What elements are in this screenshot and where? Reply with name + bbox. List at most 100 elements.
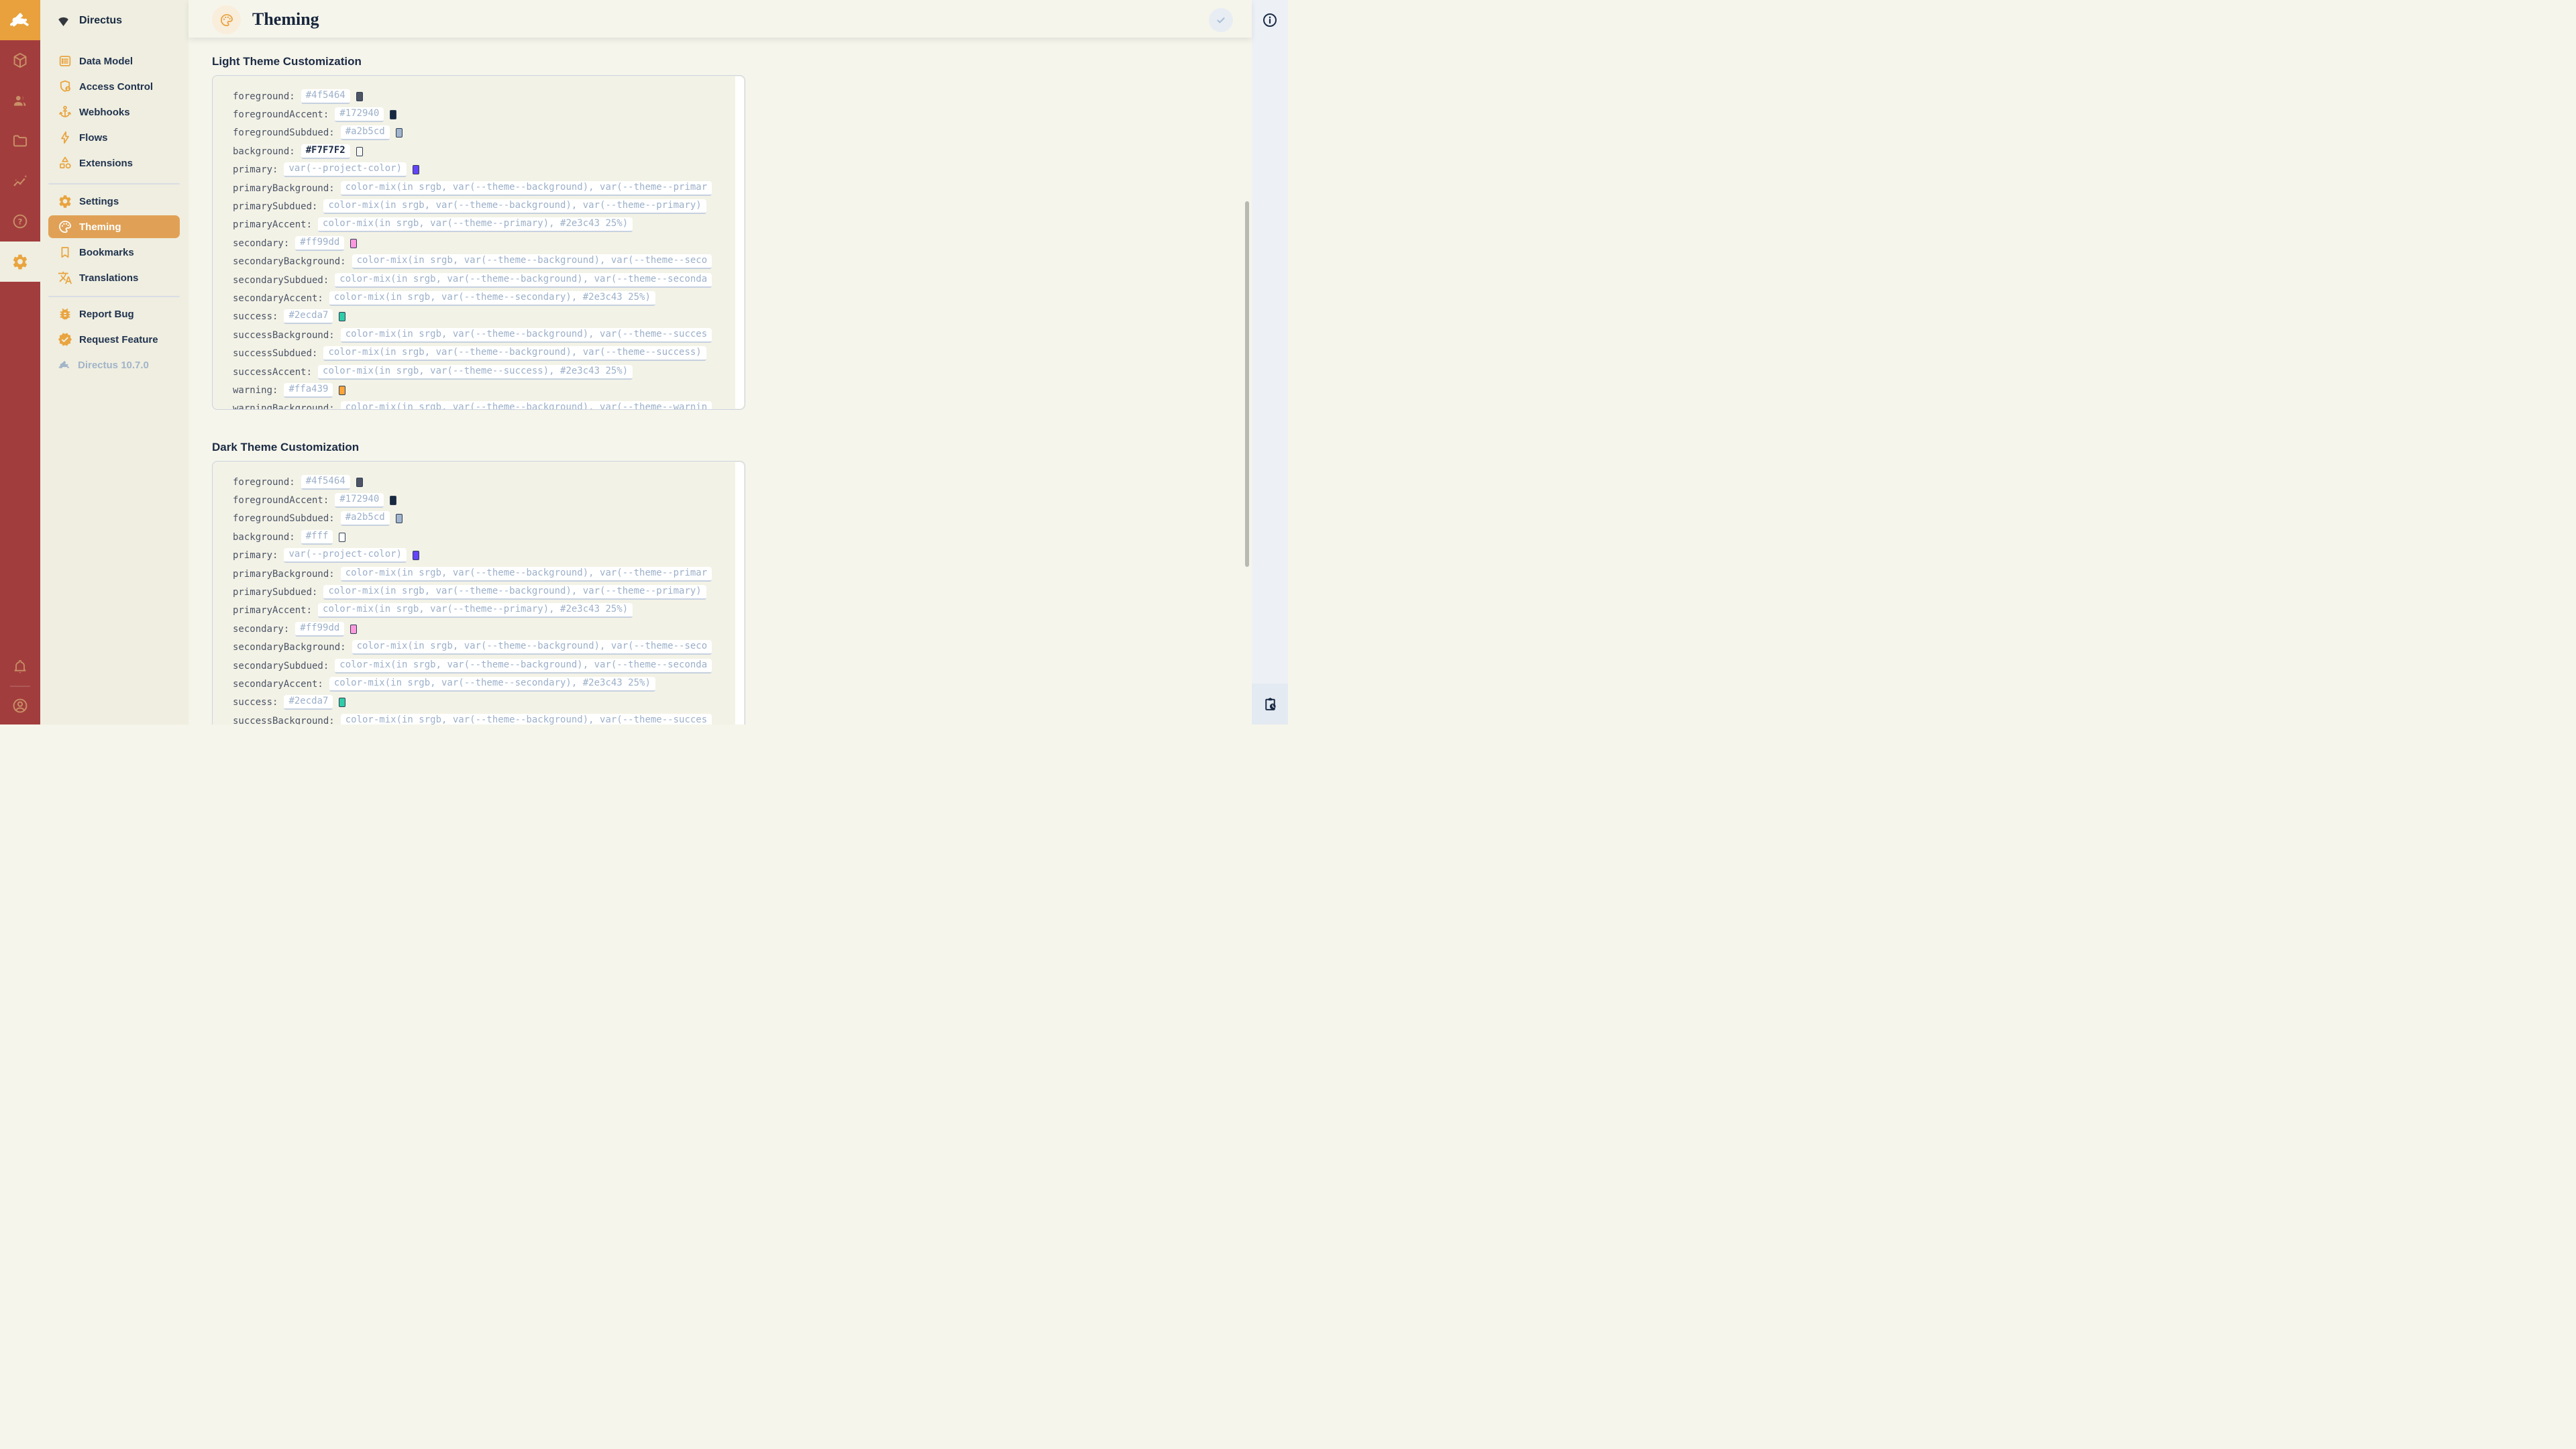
variable-value-input[interactable]: #2ecda7 (284, 695, 333, 710)
variable-name: secondaryAccent: (233, 293, 323, 304)
sidebar-item-data-model[interactable]: Data Model (48, 50, 180, 72)
module-insights[interactable] (0, 161, 40, 201)
variable-value-input[interactable]: #fff (301, 530, 333, 545)
theme-variable-row: success:#2ecda7 (233, 694, 728, 712)
variable-value-input[interactable]: #4f5464 (301, 89, 350, 104)
editor-scrollbar-track[interactable] (735, 462, 744, 724)
save-button[interactable] (1209, 8, 1233, 32)
variable-value-input[interactable]: color-mix(in srgb, var(--theme--backgrou… (335, 659, 712, 674)
bolt-icon (58, 130, 72, 145)
variable-value-input[interactable]: #172940 (335, 107, 384, 122)
theme-variable-row: secondary:#ff99dd (233, 620, 728, 638)
variable-value-input[interactable]: #ff99dd (295, 236, 344, 251)
variable-value-input[interactable]: color-mix(in srgb, var(--theme--secondar… (329, 677, 655, 692)
variable-name: successSubdued: (233, 348, 317, 359)
module-files[interactable] (0, 121, 40, 161)
color-swatch[interactable] (390, 110, 396, 119)
dark-theme-editor[interactable]: foreground:#4f5464foregroundAccent:#1729… (212, 461, 745, 724)
light-theme-editor[interactable]: foreground:#4f5464foregroundAccent:#1729… (212, 75, 745, 410)
module-settings[interactable] (0, 241, 40, 282)
variable-value-input[interactable]: #4f5464 (301, 475, 350, 490)
variable-value-input[interactable]: color-mix(in srgb, var(--theme--backgrou… (341, 328, 712, 343)
info-button[interactable] (1262, 12, 1278, 28)
module-content[interactable] (0, 40, 40, 80)
variable-value-input[interactable]: color-mix(in srgb, var(--theme--backgrou… (335, 273, 712, 288)
variable-value-input[interactable]: color-mix(in srgb, var(--theme--primary)… (318, 217, 633, 232)
variable-value-input[interactable]: color-mix(in srgb, var(--theme--primary)… (318, 603, 633, 618)
variable-value-input[interactable]: color-mix(in srgb, var(--theme--success)… (318, 365, 633, 380)
sidebar-item-flows[interactable]: Flows (48, 126, 180, 149)
page-scrollbar-thumb[interactable] (1245, 201, 1249, 567)
notifications-button[interactable] (0, 648, 40, 686)
color-swatch[interactable] (413, 165, 419, 174)
theme-variable-row: successBackground:color-mix(in srgb, var… (233, 712, 728, 724)
variable-name: successBackground: (233, 330, 335, 341)
bookmark-icon (58, 245, 72, 260)
color-swatch[interactable] (396, 128, 402, 138)
variable-value-input[interactable]: #172940 (335, 493, 384, 508)
variable-value-input[interactable]: color-mix(in srgb, var(--theme--backgrou… (341, 714, 712, 724)
sidebar-item-label: Translations (79, 272, 138, 284)
color-swatch[interactable] (350, 625, 357, 634)
variable-value-input[interactable]: var(--project-color) (284, 162, 407, 177)
account-button[interactable] (0, 687, 40, 724)
color-swatch[interactable] (390, 496, 396, 505)
theme-variable-row: secondaryAccent: color-mix(in srgb, var(-… (233, 289, 728, 307)
variable-value-input[interactable]: color-mix(in srgb, var(--theme--backgrou… (352, 254, 712, 269)
color-swatch[interactable] (356, 92, 363, 101)
theme-variable-row: primarySubdued:color-mix(in srgb, var(--… (233, 197, 728, 215)
rabbit-icon (8, 8, 32, 32)
variable-value-input[interactable]: color-mix(in srgb, var(--theme--backgrou… (341, 181, 712, 196)
variable-value-input[interactable]: color-mix(in srgb, var(--theme--backgrou… (341, 401, 712, 410)
theme-variable-row: foregroundSubdued:#a2b5cd (233, 510, 728, 528)
sidebar-item-extensions[interactable]: Extensions (48, 152, 180, 174)
variable-value-input[interactable]: #F7F7F2 (301, 144, 350, 159)
module-users[interactable] (0, 80, 40, 121)
color-swatch[interactable] (356, 147, 363, 156)
variable-value-input[interactable]: color-mix(in srgb, var(--theme--backgrou… (341, 567, 712, 582)
color-swatch[interactable] (356, 478, 363, 487)
theme-variable-row: background:#fff (233, 528, 728, 546)
color-swatch[interactable] (339, 698, 345, 707)
color-swatch[interactable] (350, 239, 357, 248)
sidebar-item-report-bug[interactable]: Report Bug (48, 303, 180, 325)
variable-value-input[interactable]: color-mix(in srgb, var(--theme--backgrou… (323, 346, 706, 361)
variable-value-input[interactable]: color-mix(in srgb, var(--theme--backgrou… (323, 199, 706, 214)
variable-value-input[interactable]: #a2b5cd (341, 125, 390, 140)
verified-icon (58, 332, 72, 347)
main-content: Theming Light Theme Customization foregr… (189, 0, 1252, 724)
theme-variable-row: success:#2ecda7 (233, 308, 728, 326)
variable-name: secondarySubdued: (233, 661, 329, 672)
variable-name: secondaryBackground: (233, 256, 346, 267)
sidebar-item-settings[interactable]: Settings (48, 190, 180, 213)
revisions-button[interactable] (1252, 684, 1288, 724)
sidebar-item-request-feature[interactable]: Request Feature (48, 328, 180, 351)
variable-name: secondary: (233, 238, 289, 249)
variable-value-input[interactable]: #ff99dd (295, 622, 344, 637)
directus-logo-tile[interactable] (0, 0, 40, 40)
color-swatch[interactable] (339, 533, 345, 542)
color-swatch[interactable] (396, 514, 402, 523)
sidebar-item-access-control[interactable]: Access Control (48, 75, 180, 98)
variable-value-input[interactable]: color-mix(in srgb, var(--theme--backgrou… (352, 640, 712, 655)
sidebar-item-webhooks[interactable]: Webhooks (48, 101, 180, 123)
variable-value-input[interactable]: #a2b5cd (341, 511, 390, 526)
variable-name: warningBackground: (233, 403, 335, 410)
variable-value-input[interactable]: color-mix(in srgb, var(--theme--backgrou… (323, 585, 706, 600)
variable-value-input[interactable]: #2ecda7 (284, 309, 333, 324)
color-swatch[interactable] (413, 551, 419, 560)
gear-icon (58, 194, 72, 209)
sidebar-item-theming[interactable]: Theming (48, 215, 180, 238)
color-swatch[interactable] (339, 386, 345, 395)
editor-scrollbar-track[interactable] (735, 76, 744, 409)
module-docs[interactable]: ? (0, 201, 40, 241)
variable-value-input[interactable]: var(--project-color) (284, 548, 407, 563)
sidebar-item-translations[interactable]: Translations (48, 266, 180, 289)
variable-value-input[interactable]: #ffa439 (284, 383, 333, 398)
variable-value-input[interactable]: color-mix(in srgb, var(--theme--secondar… (329, 291, 655, 306)
theme-variable-row: primarySubdued:color-mix(in srgb, var(--… (233, 583, 728, 601)
color-swatch[interactable] (339, 312, 345, 321)
right-sidebar (1252, 0, 1288, 724)
sidebar-item-bookmarks[interactable]: Bookmarks (48, 241, 180, 264)
project-header[interactable]: Directus (40, 0, 189, 42)
